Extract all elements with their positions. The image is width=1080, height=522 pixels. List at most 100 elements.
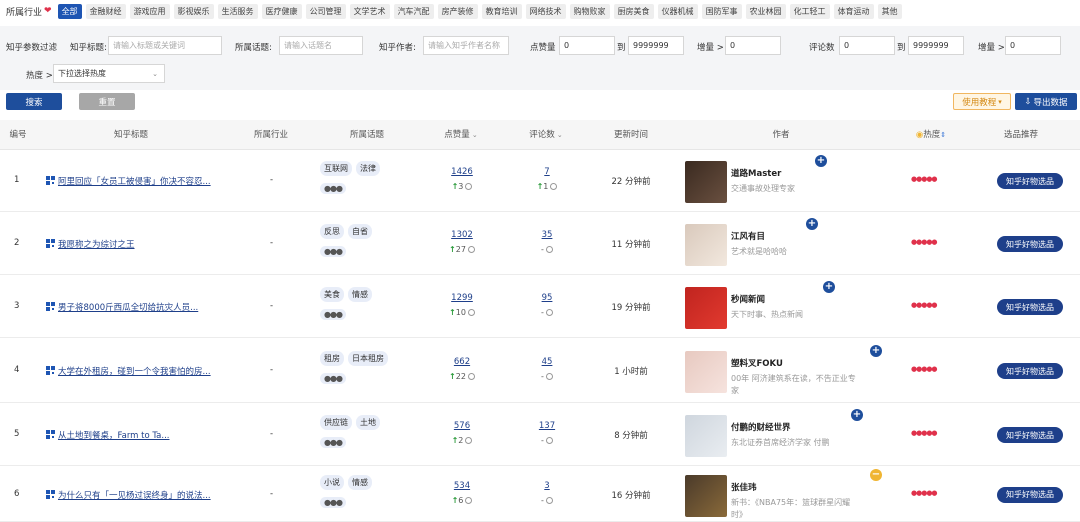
likes-count[interactable]: 576 <box>454 421 470 431</box>
topic-tag[interactable]: 自省 <box>348 224 372 239</box>
industry-chip[interactable]: 体育运动 <box>833 3 874 19</box>
comments-max-input[interactable]: 9999999 <box>908 36 964 55</box>
more-topics-button[interactable]: ●●● <box>320 183 346 194</box>
comments-count[interactable]: 45 <box>542 357 553 367</box>
likes-count[interactable]: 662 <box>454 357 470 367</box>
comments-count[interactable]: 35 <box>542 230 553 240</box>
topic-tag[interactable]: 情感 <box>348 287 372 302</box>
avatar[interactable] <box>685 161 727 203</box>
th-comments[interactable]: 评论数 ⌄ <box>515 120 577 150</box>
comments-min-input[interactable]: 0 <box>839 36 895 55</box>
likes-inc-input[interactable]: 0 <box>725 36 781 55</box>
row-title-link[interactable]: 阿里回应「女员工被侵害」你决不容忍... <box>58 177 211 187</box>
follow-plus-icon[interactable]: + <box>823 281 835 293</box>
industry-chip[interactable]: 生活服务 <box>217 3 258 19</box>
row-title-link[interactable]: 大学在外租房，碰到一个令我害怕的房... <box>58 367 211 377</box>
comments-count[interactable]: 137 <box>539 421 555 431</box>
likes-min-input[interactable]: 0 <box>559 36 615 55</box>
product-rec-button[interactable]: 知乎好物选品 <box>997 236 1063 252</box>
author-name[interactable]: 张佳玮 <box>731 481 856 493</box>
row-title[interactable]: 男子将8000斤西瓜全切给抗灾人员... <box>46 301 198 313</box>
comments-count[interactable]: 3 <box>544 481 549 491</box>
comments-count[interactable]: 7 <box>544 167 549 177</box>
author-name[interactable]: 付鹏的财经世界 <box>731 421 856 433</box>
qr-code-icon[interactable] <box>46 366 55 375</box>
product-rec-button[interactable]: 知乎好物选品 <box>997 486 1063 503</box>
industry-chip[interactable]: 影视娱乐 <box>173 3 214 19</box>
more-topics-button[interactable]: ●●● <box>320 496 346 508</box>
industry-chip[interactable]: 教育培训 <box>481 3 522 19</box>
topic-tag[interactable]: 小说 <box>320 474 344 490</box>
topic-tag[interactable]: 互联网 <box>320 161 352 176</box>
topic-tag[interactable]: 法律 <box>356 161 380 176</box>
industry-chip[interactable]: 仪器机械 <box>657 3 698 19</box>
topic-tag[interactable]: 美食 <box>320 287 344 302</box>
industry-chip[interactable]: 全部 <box>57 3 82 19</box>
industry-chip[interactable]: 化工轻工 <box>789 3 830 19</box>
follow-plus-icon[interactable]: + <box>851 409 863 421</box>
comments-count[interactable]: 95 <box>542 293 553 303</box>
industry-chip[interactable]: 房产装修 <box>437 3 478 19</box>
more-topics-button[interactable]: ●●● <box>320 437 346 448</box>
likes-max-input[interactable]: 9999999 <box>628 36 684 55</box>
follow-plus-icon[interactable]: + <box>815 155 827 167</box>
likes-count[interactable]: 1426 <box>451 167 473 177</box>
industry-chip[interactable]: 医疗健康 <box>261 3 302 19</box>
guide-button[interactable]: 使用教程 ▾ <box>953 93 1011 110</box>
author-name[interactable]: 塑料叉FOKU <box>731 357 856 369</box>
qr-code-icon[interactable] <box>46 430 55 439</box>
row-title-link[interactable]: 从土地到餐桌，Farm to Ta... <box>58 431 169 441</box>
industry-chip[interactable]: 公司管理 <box>305 3 346 19</box>
row-title[interactable]: 大学在外租房，碰到一个令我害怕的房... <box>46 365 211 377</box>
avatar[interactable] <box>685 474 727 517</box>
avatar[interactable] <box>685 351 727 393</box>
industry-chip[interactable]: 网络技术 <box>525 3 566 19</box>
likes-count[interactable]: 1302 <box>451 230 473 240</box>
more-topics-button[interactable]: ●●● <box>320 309 346 320</box>
topic-tag[interactable]: 反思 <box>320 224 344 239</box>
row-title-link[interactable]: 我愿称之为综讨之王 <box>58 240 135 250</box>
follow-plus-icon[interactable]: + <box>806 218 818 230</box>
export-button[interactable]: ⇩ 导出数据 <box>1015 93 1077 110</box>
th-likes[interactable]: 点赞量 ⌄ <box>430 120 492 150</box>
author-input[interactable]: 请输入知乎作者名称 <box>423 36 509 55</box>
row-title[interactable]: 我愿称之为综讨之王 <box>46 238 135 250</box>
topic-tag[interactable]: 情感 <box>348 474 372 490</box>
product-rec-button[interactable]: 知乎好物选品 <box>997 363 1063 379</box>
comments-inc-input[interactable]: 0 <box>1005 36 1061 55</box>
avatar[interactable] <box>685 224 727 266</box>
product-rec-button[interactable]: 知乎好物选品 <box>997 173 1063 189</box>
reset-button[interactable]: 重置 <box>79 93 135 110</box>
search-button[interactable]: 搜索 <box>6 93 62 110</box>
topic-tag[interactable]: 供应链 <box>320 415 352 430</box>
topic-tag[interactable]: 日本租房 <box>348 351 388 366</box>
likes-count[interactable]: 534 <box>454 481 470 491</box>
industry-chip[interactable]: 国防军事 <box>701 3 742 19</box>
author-name[interactable]: 江风有目 <box>731 230 856 242</box>
more-topics-button[interactable]: ●●● <box>320 373 346 384</box>
row-title[interactable]: 为什么只有「一见杨过误终身」的说法... <box>46 489 211 501</box>
qr-code-icon[interactable] <box>46 239 55 248</box>
row-title[interactable]: 阿里回应「女员工被侵害」你决不容忍... <box>46 175 211 187</box>
follow-plus-icon[interactable]: + <box>870 345 882 357</box>
industry-chip[interactable]: 农业林园 <box>745 3 786 19</box>
industry-chip[interactable]: 汽车汽配 <box>393 3 434 19</box>
likes-count[interactable]: 1299 <box>451 293 473 303</box>
author-name[interactable]: 秒闻新闻 <box>731 293 856 305</box>
product-rec-button[interactable]: 知乎好物选品 <box>997 427 1063 443</box>
th-heat[interactable]: ◉热度⇕ <box>905 120 957 150</box>
row-title-link[interactable]: 为什么只有「一见杨过误终身」的说法... <box>58 491 211 501</box>
topic-tag[interactable]: 租房 <box>320 351 344 366</box>
industry-chip[interactable]: 游戏应用 <box>129 3 170 19</box>
row-title[interactable]: 从土地到餐桌，Farm to Ta... <box>46 429 169 441</box>
author-name[interactable]: 道路Master <box>731 167 856 179</box>
title-input[interactable]: 请输入标题或关键词 <box>108 36 222 55</box>
product-rec-button[interactable]: 知乎好物选品 <box>997 299 1063 315</box>
industry-chip[interactable]: 金融财经 <box>85 3 126 19</box>
industry-chip[interactable]: 厨房美食 <box>613 3 654 19</box>
heat-select[interactable]: 下拉选择热度 ⌄ <box>53 64 165 83</box>
qr-code-icon[interactable] <box>46 489 55 499</box>
industry-chip[interactable]: 文学艺术 <box>349 3 390 19</box>
row-title-link[interactable]: 男子将8000斤西瓜全切给抗灾人员... <box>58 303 198 313</box>
avatar[interactable] <box>685 287 727 329</box>
